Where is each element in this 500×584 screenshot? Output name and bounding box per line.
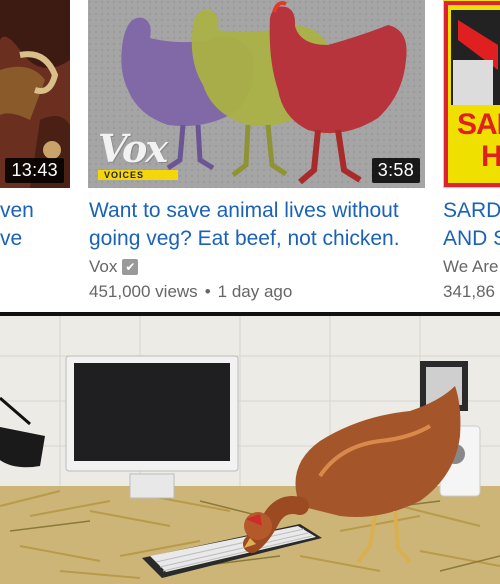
video-strip: 13:43 Vox VOICES 3:58 SA H ven ve Want t…	[0, 0, 500, 312]
meta-separator: •	[204, 282, 211, 301]
vox-voices-label: VOICES	[98, 170, 178, 180]
video-title-line: ven	[0, 199, 34, 222]
video-title-line: ve	[0, 227, 23, 250]
video-duration: 3:58	[371, 158, 420, 183]
video-title-main[interactable]: Want to save animal lives without going …	[89, 197, 434, 253]
channel-name-text: Vox	[89, 257, 118, 276]
photo-image	[0, 316, 500, 584]
video-thumbnail-right[interactable]: SAR H	[443, 0, 500, 188]
thumbnail-right-text-1: SAR	[457, 108, 500, 141]
chicken-computer-photo	[0, 316, 500, 584]
video-thumbnail-main[interactable]: Vox VOICES 3:58	[88, 0, 425, 188]
channel-name-right[interactable]: We Are	[443, 257, 498, 277]
video-duration: 13:43	[5, 158, 64, 183]
video-thumbnail-left[interactable]: 13:43	[0, 0, 70, 188]
upload-age: 1 day ago	[217, 282, 293, 301]
view-count: 451,000 views	[89, 282, 198, 301]
video-title-line: AND S	[443, 227, 500, 250]
vox-logo: Vox VOICES	[98, 130, 178, 180]
video-title-line: going veg? Eat beef, not chicken.	[89, 227, 400, 250]
vox-logo-word: Vox	[98, 126, 168, 171]
channel-name[interactable]: Vox ✔	[89, 257, 139, 277]
video-meta: 451,000 views • 1 day ago	[89, 282, 292, 302]
thumbnail-right-text-2: H	[481, 140, 500, 173]
video-title-right[interactable]: SARD AND S	[443, 197, 500, 253]
video-title-line: SARD	[443, 199, 500, 222]
view-count-right: 341,86	[443, 282, 495, 301]
checkmark-verified-icon: ✔	[122, 259, 139, 275]
video-title-line: Want to save animal lives without	[89, 199, 399, 222]
video-title-left[interactable]: ven ve	[0, 197, 34, 253]
